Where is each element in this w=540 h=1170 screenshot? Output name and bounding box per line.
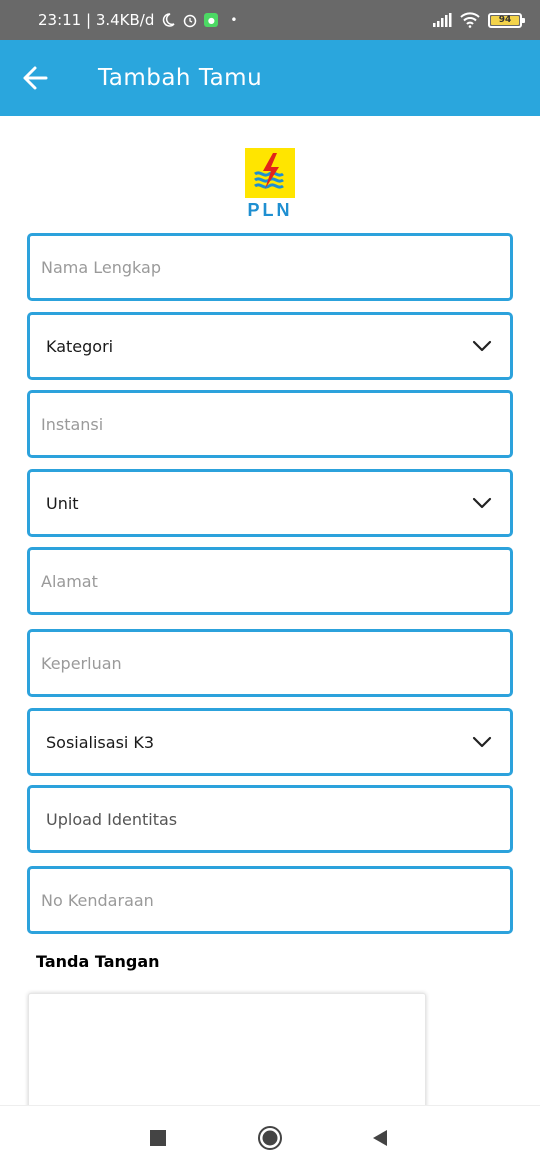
square-icon	[150, 1130, 166, 1146]
upload-identitas-label: Upload Identitas	[46, 809, 178, 829]
keperluan-field[interactable]: Keperluan	[27, 629, 513, 697]
alamat-placeholder: Alamat	[41, 571, 98, 591]
wifi-icon	[460, 12, 480, 28]
chevron-down-icon	[472, 736, 492, 748]
back-nav-button[interactable]	[360, 1118, 400, 1158]
logo-text: PLN	[247, 200, 293, 220]
page-title: Tambah Tamu	[98, 65, 263, 91]
alarm-icon	[182, 12, 198, 28]
arrow-left-icon	[23, 66, 48, 90]
back-button[interactable]	[0, 40, 70, 116]
unit-select[interactable]: Unit	[27, 469, 513, 537]
sosialisasi-k3-select[interactable]: Sosialisasi K3	[27, 708, 513, 776]
chevron-down-icon	[472, 497, 492, 509]
kategori-label: Kategori	[46, 336, 114, 356]
nama-lengkap-placeholder: Nama Lengkap	[41, 257, 161, 277]
status-bar: 23:11 | 3.4KB/d ● • 94	[0, 0, 540, 40]
sosialisasi-k3-label: Sosialisasi K3	[46, 732, 155, 752]
no-kendaraan-placeholder: No Kendaraan	[41, 890, 154, 910]
home-button[interactable]	[250, 1118, 290, 1158]
unit-label: Unit	[46, 493, 79, 513]
nama-lengkap-field[interactable]: Nama Lengkap	[27, 233, 513, 301]
kategori-select[interactable]: Kategori	[27, 312, 513, 380]
system-nav-bar	[0, 1105, 540, 1170]
chevron-down-icon	[472, 340, 492, 352]
circle-icon	[258, 1126, 282, 1150]
pln-logo-icon	[245, 148, 295, 198]
battery-icon: 94	[488, 12, 525, 28]
upload-identitas-button[interactable]: Upload Identitas	[27, 785, 513, 853]
no-kendaraan-field[interactable]: No Kendaraan	[27, 866, 513, 934]
battery-level: 94	[491, 15, 519, 25]
recent-apps-button[interactable]	[138, 1118, 178, 1158]
dot-icon: •	[230, 13, 238, 27]
pln-logo: PLN	[244, 148, 296, 221]
triangle-back-icon	[373, 1130, 387, 1146]
moon-icon	[160, 12, 176, 28]
whatsapp-icon: ●	[204, 13, 219, 27]
app-bar: Tambah Tamu	[0, 40, 540, 116]
signal-icon	[432, 13, 452, 27]
keperluan-placeholder: Keperluan	[41, 653, 122, 673]
instansi-placeholder: Instansi	[41, 414, 104, 434]
instansi-field[interactable]: Instansi	[27, 390, 513, 458]
alamat-field[interactable]: Alamat	[27, 547, 513, 615]
status-time: 23:11 | 3.4KB/d	[38, 11, 155, 29]
signature-pad[interactable]	[28, 993, 426, 1123]
tanda-tangan-label: Tanda Tangan	[36, 952, 160, 971]
